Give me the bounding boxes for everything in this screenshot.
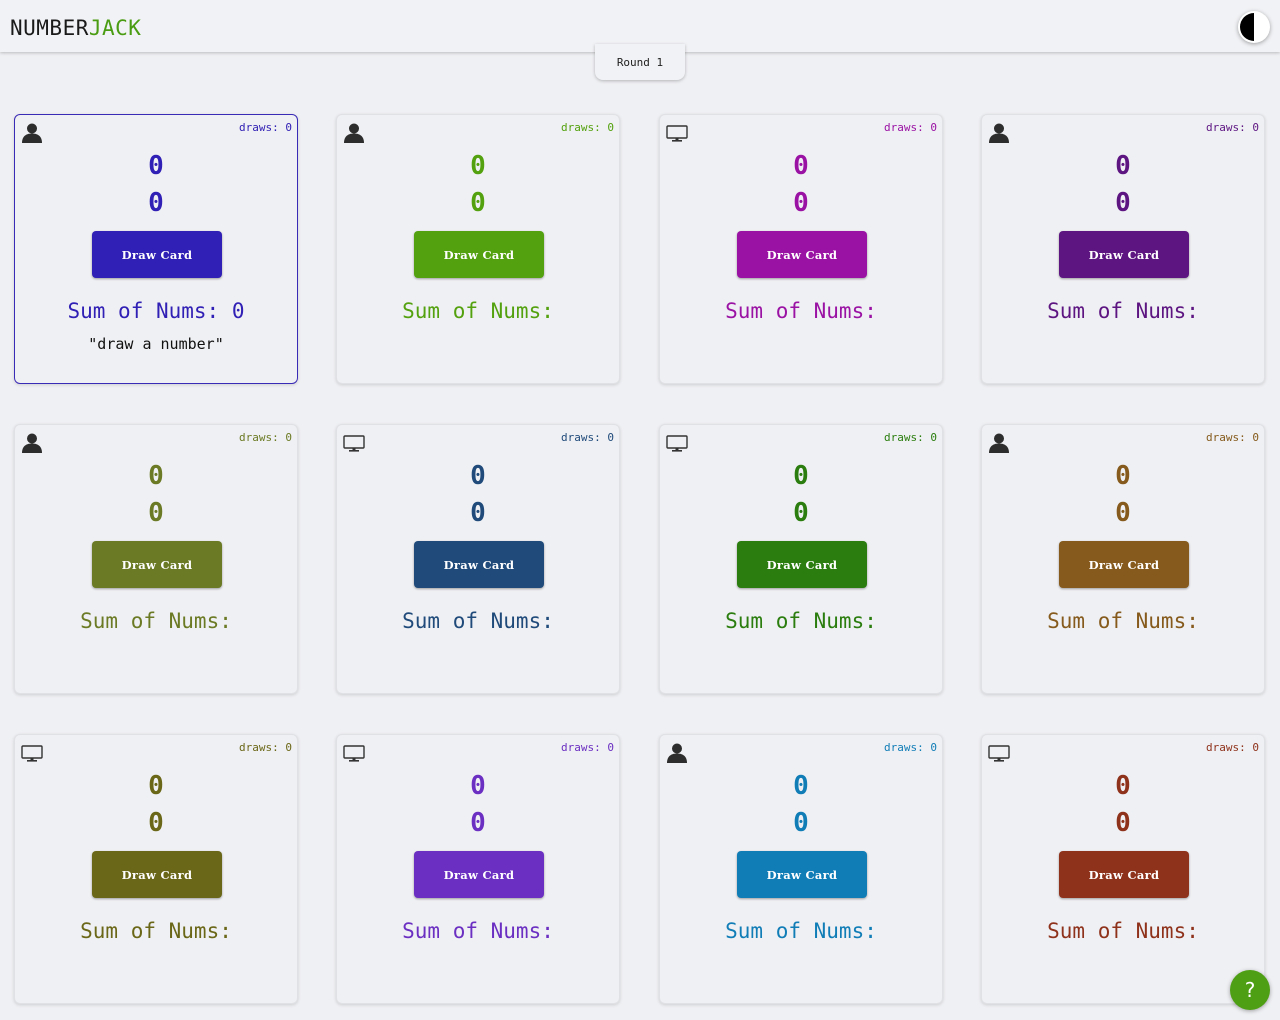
sum-of-nums: Sum of Nums: [725,919,877,943]
draws-count: draws: 0 [561,741,614,754]
second-number: 0 [1115,808,1131,838]
first-number: 0 [1115,771,1131,801]
draw-card-button[interactable]: Draw Card [92,851,222,898]
sum-of-nums: Sum of Nums: [1047,609,1199,633]
human-icon [343,122,365,144]
draws-count: draws: 0 [239,741,292,754]
draw-card-button[interactable]: Draw Card [414,541,544,588]
sum-of-nums: Sum of Nums: [402,299,554,323]
draw-card-button[interactable]: Draw Card [92,231,222,278]
draws-count: draws: 0 [1206,431,1259,444]
player-card: draws: 0 0 0 Draw Card Sum of Nums: [981,424,1265,694]
human-icon [988,122,1010,144]
round-indicator: Round 1 [595,44,685,80]
second-number: 0 [793,498,809,528]
sum-of-nums: Sum of Nums: [1047,919,1199,943]
second-number: 0 [1115,498,1131,528]
first-number: 0 [470,151,486,181]
second-number: 0 [1115,188,1131,218]
draws-count: draws: 0 [239,121,292,134]
draw-card-button[interactable]: Draw Card [414,851,544,898]
first-number: 0 [1115,461,1131,491]
human-icon [21,122,43,144]
second-number: 0 [793,808,809,838]
second-number: 0 [470,188,486,218]
sum-of-nums: Sum of Nums: [80,919,232,943]
first-number: 0 [148,771,164,801]
second-number: 0 [148,498,164,528]
player-card: draws: 0 0 0 Draw Card Sum of Nums: 0 "draw a… [14,114,298,384]
computer-icon [988,742,1010,764]
first-number: 0 [470,461,486,491]
human-icon [666,742,688,764]
second-number: 0 [470,808,486,838]
logo-number: NUMBER [10,16,89,40]
app-logo: NUMBERJACK [10,15,141,41]
sum-of-nums: Sum of Nums: 0 [67,299,245,323]
draw-card-button[interactable]: Draw Card [92,541,222,588]
draws-count: draws: 0 [561,431,614,444]
computer-icon [666,122,688,144]
draws-count: draws: 0 [561,121,614,134]
half-moon-icon [1240,13,1254,41]
player-card: draws: 0 0 0 Draw Card Sum of Nums: [659,114,943,384]
player-card: draws: 0 0 0 Draw Card Sum of Nums: [659,424,943,694]
player-card: draws: 0 0 0 Draw Card Sum of Nums: [336,424,620,694]
second-number: 0 [793,188,809,218]
player-card: draws: 0 0 0 Draw Card Sum of Nums: [659,734,943,1004]
draw-card-button[interactable]: Draw Card [737,851,867,898]
computer-icon [21,742,43,764]
first-number: 0 [148,151,164,181]
computer-icon [343,742,365,764]
status-message: "draw a number" [88,335,224,353]
first-number: 0 [793,461,809,491]
sum-of-nums: Sum of Nums: [402,919,554,943]
player-card: draws: 0 0 0 Draw Card Sum of Nums: [14,734,298,1004]
player-card: draws: 0 0 0 Draw Card Sum of Nums: [981,114,1265,384]
sum-of-nums: Sum of Nums: [725,609,877,633]
second-number: 0 [148,188,164,218]
draw-card-button[interactable]: Draw Card [1059,541,1189,588]
draw-card-button[interactable]: Draw Card [737,231,867,278]
help-button[interactable]: ? [1230,970,1270,1010]
draw-card-button[interactable]: Draw Card [414,231,544,278]
first-number: 0 [470,771,486,801]
draws-count: draws: 0 [1206,741,1259,754]
first-number: 0 [793,151,809,181]
computer-icon [666,432,688,454]
first-number: 0 [793,771,809,801]
draw-card-button[interactable]: Draw Card [1059,231,1189,278]
player-card: draws: 0 0 0 Draw Card Sum of Nums: [336,114,620,384]
sum-of-nums: Sum of Nums: [80,609,232,633]
draws-count: draws: 0 [884,121,937,134]
theme-toggle-button[interactable] [1238,11,1270,43]
player-card: draws: 0 0 0 Draw Card Sum of Nums: [14,424,298,694]
first-number: 0 [1115,151,1131,181]
draw-card-button[interactable]: Draw Card [1059,851,1189,898]
sum-of-nums: Sum of Nums: [402,609,554,633]
logo-jack: JACK [88,16,142,40]
second-number: 0 [148,808,164,838]
sum-of-nums: Sum of Nums: [725,299,877,323]
computer-icon [343,432,365,454]
draws-count: draws: 0 [239,431,292,444]
second-number: 0 [470,498,486,528]
draws-count: draws: 0 [884,431,937,444]
player-card: draws: 0 0 0 Draw Card Sum of Nums: [981,734,1265,1004]
player-card: draws: 0 0 0 Draw Card Sum of Nums: [336,734,620,1004]
draws-count: draws: 0 [884,741,937,754]
human-icon [988,432,1010,454]
draws-count: draws: 0 [1206,121,1259,134]
first-number: 0 [148,461,164,491]
draw-card-button[interactable]: Draw Card [737,541,867,588]
human-icon [21,432,43,454]
sum-of-nums: Sum of Nums: [1047,299,1199,323]
